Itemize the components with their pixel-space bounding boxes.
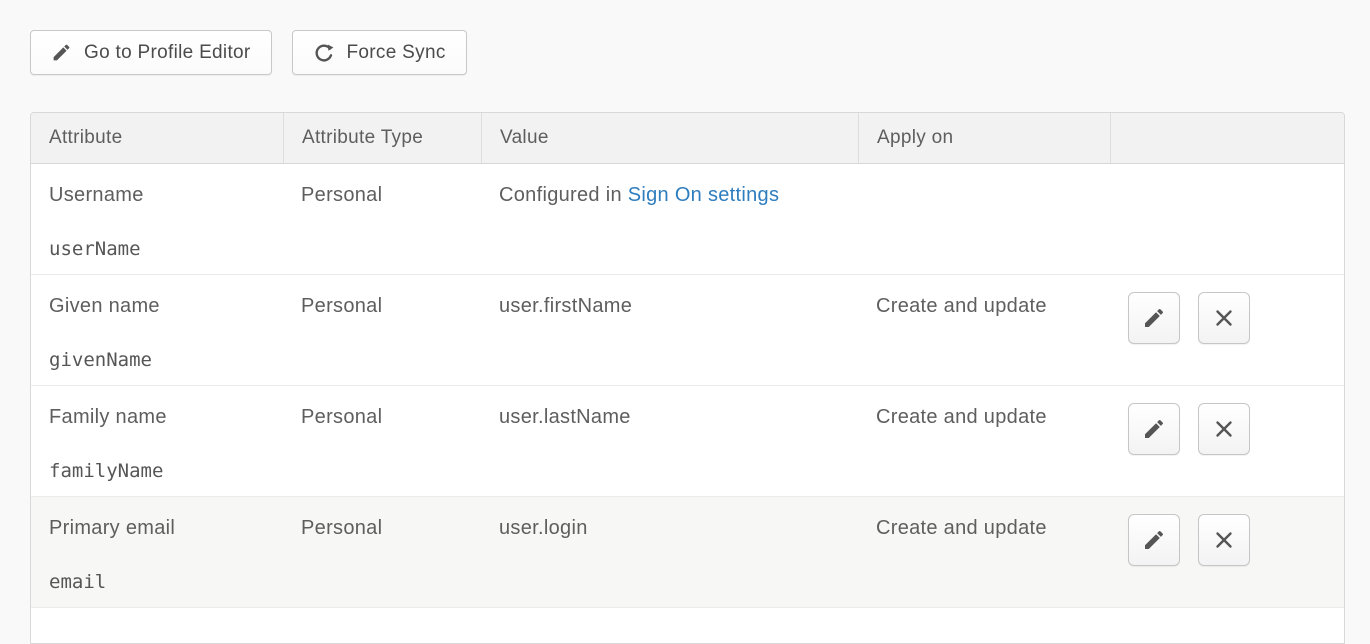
column-header-actions: [1110, 113, 1344, 163]
value-cell: Configured in Sign On settings: [481, 164, 858, 274]
remove-attribute-button[interactable]: [1198, 292, 1250, 344]
attribute-cell: Primary email email: [31, 497, 283, 607]
table-row: Family name familyName Personal user.las…: [31, 386, 1344, 497]
attribute-type-value: Personal: [301, 184, 471, 206]
attribute-type-cell: Personal: [283, 386, 481, 496]
attribute-variable-name: email: [49, 573, 273, 592]
force-sync-button[interactable]: Force Sync: [292, 30, 467, 75]
close-icon: [1212, 306, 1236, 330]
table-row: Given name givenName Personal user.first…: [31, 275, 1344, 386]
table-row: Primary email email Personal user.login …: [31, 497, 1344, 608]
column-header-attribute-type: Attribute Type: [283, 113, 481, 163]
attribute-variable-name: userName: [49, 240, 273, 259]
close-icon: [1212, 528, 1236, 552]
pencil-icon: [1142, 528, 1166, 552]
go-to-profile-editor-button[interactable]: Go to Profile Editor: [30, 30, 272, 75]
attribute-type-cell: Personal: [283, 164, 481, 274]
value-text: user.login: [499, 517, 848, 539]
attribute-cell: Family name familyName: [31, 386, 283, 496]
column-header-apply-on: Apply on: [858, 113, 1110, 163]
attribute-mapping-table: Attribute Attribute Type Value Apply on …: [30, 112, 1345, 644]
actions-cell: [1110, 164, 1344, 274]
attribute-type-value: Personal: [301, 295, 471, 317]
attribute-label: Primary email: [49, 517, 273, 539]
apply-on-cell: Create and update: [858, 386, 1110, 496]
attribute-cell: Username userName: [31, 164, 283, 274]
actions-cell: [1110, 386, 1344, 496]
apply-on-value: Create and update: [876, 406, 1100, 428]
table-row: Username userName Personal Configured in…: [31, 164, 1344, 275]
attribute-cell: Given name givenName: [31, 275, 283, 385]
pencil-icon: [1142, 417, 1166, 441]
actions-cell: [1110, 497, 1344, 607]
refresh-icon: [313, 42, 335, 64]
value-cell: user.login: [481, 497, 858, 607]
column-header-value: Value: [481, 113, 858, 163]
remove-attribute-button[interactable]: [1198, 403, 1250, 455]
value-text: user.firstName: [499, 295, 848, 317]
apply-on-value: Create and update: [876, 295, 1100, 317]
attribute-variable-name: familyName: [49, 462, 273, 481]
edit-attribute-button[interactable]: [1128, 514, 1180, 566]
attribute-type-value: Personal: [301, 406, 471, 428]
pencil-icon: [1142, 306, 1166, 330]
table-header-row: Attribute Attribute Type Value Apply on: [31, 113, 1344, 164]
button-label: Go to Profile Editor: [84, 42, 251, 64]
column-header-attribute: Attribute: [31, 113, 283, 163]
edit-attribute-button[interactable]: [1128, 403, 1180, 455]
attribute-label: Family name: [49, 406, 273, 428]
button-label: Force Sync: [347, 42, 446, 64]
edit-attribute-button[interactable]: [1128, 292, 1180, 344]
value-text: Configured in: [499, 184, 628, 206]
sign-on-settings-link[interactable]: Sign On settings: [628, 184, 780, 206]
value-text: user.lastName: [499, 406, 848, 428]
pencil-icon: [51, 42, 72, 63]
close-icon: [1212, 417, 1236, 441]
value-cell: user.firstName: [481, 275, 858, 385]
actions-cell: [1110, 275, 1344, 385]
remove-attribute-button[interactable]: [1198, 514, 1250, 566]
attribute-type-value: Personal: [301, 517, 471, 539]
attribute-label: Username: [49, 184, 273, 206]
attribute-variable-name: givenName: [49, 351, 273, 370]
table-row: [31, 608, 1344, 644]
attribute-type-cell: Personal: [283, 497, 481, 607]
attribute-label: Given name: [49, 295, 273, 317]
attribute-type-cell: Personal: [283, 275, 481, 385]
apply-on-value: Create and update: [876, 517, 1100, 539]
apply-on-cell: Create and update: [858, 497, 1110, 607]
apply-on-cell: [858, 164, 1110, 274]
value-cell: user.lastName: [481, 386, 858, 496]
apply-on-cell: Create and update: [858, 275, 1110, 385]
toolbar: Go to Profile Editor Force Sync: [30, 30, 467, 75]
